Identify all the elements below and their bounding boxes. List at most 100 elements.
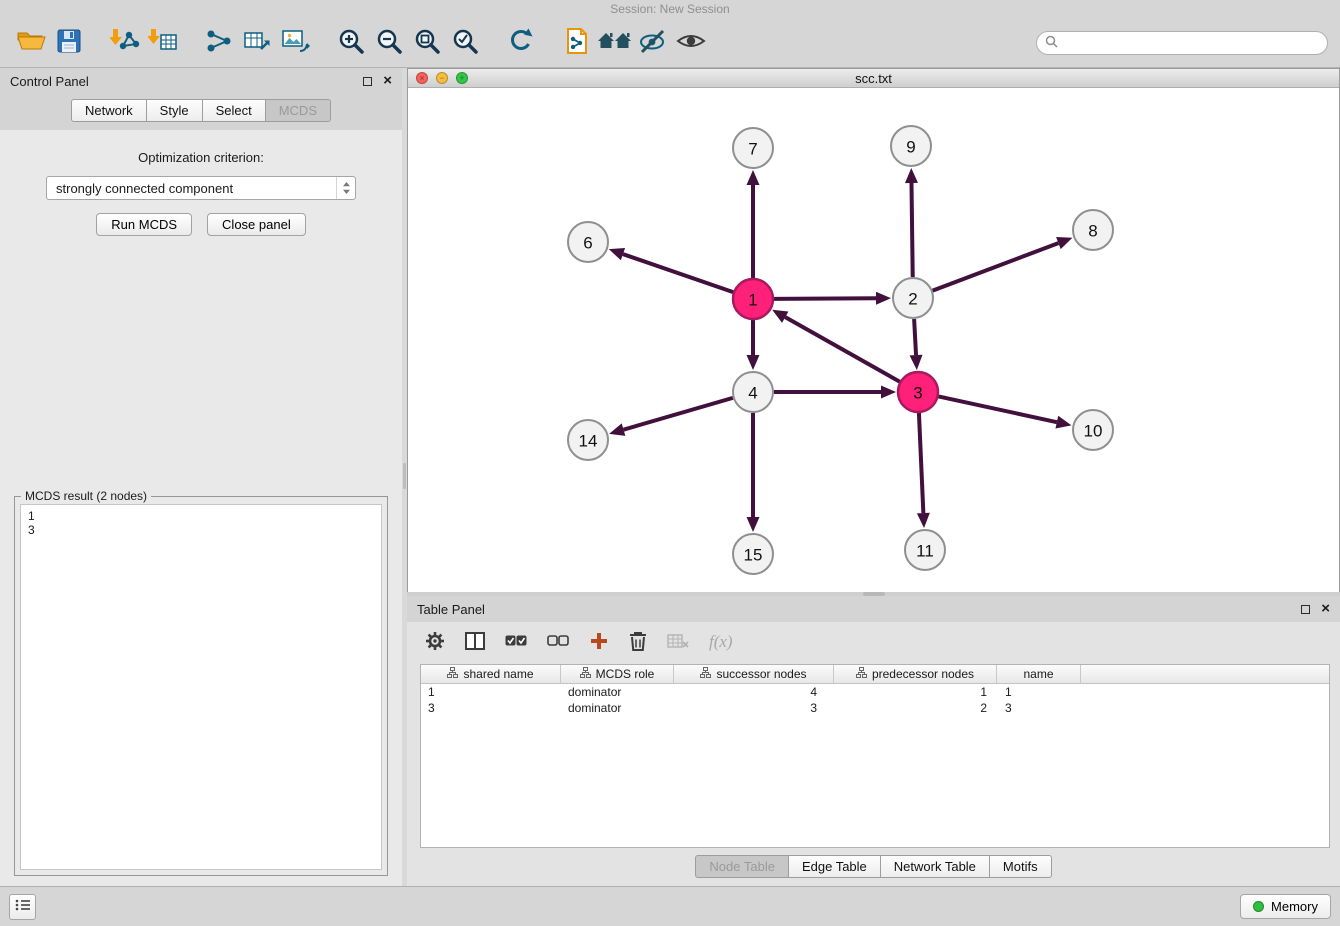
cell-successor-nodes: 3 — [674, 701, 834, 715]
zoom-in-button[interactable] — [332, 24, 370, 62]
bird-view-button[interactable] — [672, 24, 710, 62]
export-image-button[interactable] — [276, 24, 314, 62]
svg-text:3: 3 — [913, 384, 922, 403]
graph-node-6[interactable]: 6 — [568, 222, 608, 262]
close-panel-icon[interactable]: × — [383, 76, 392, 86]
table-panel: Table Panel × — [407, 596, 1340, 886]
import-network-button[interactable] — [106, 24, 144, 62]
zoom-fit-icon — [413, 27, 441, 58]
deselect-all-columns-button[interactable] — [547, 634, 569, 651]
mcds-result-text[interactable]: 1 3 — [20, 504, 382, 870]
column-header-predecessor-nodes[interactable]: predecessor nodes — [834, 665, 997, 683]
vertical-splitter[interactable] — [402, 68, 407, 886]
network-canvas[interactable]: 7 9 6 8 1 2 4 3 14 10 15 11 — [408, 88, 1339, 594]
delete-column-button[interactable] — [629, 631, 647, 654]
table-settings-button[interactable] — [425, 631, 445, 654]
network-graph-svg[interactable]: 7 9 6 8 1 2 4 3 14 10 15 11 — [408, 88, 1339, 591]
graph-node-11[interactable]: 11 — [905, 530, 945, 570]
graph-edge-2-8[interactable] — [933, 243, 1059, 291]
maximize-window-icon[interactable]: + — [456, 72, 468, 84]
select-all-columns-button[interactable] — [505, 634, 527, 651]
minimize-window-icon[interactable]: − — [436, 72, 448, 84]
graph-node-9[interactable]: 9 — [891, 126, 931, 166]
edge-arrowhead — [1055, 416, 1071, 429]
add-column-button[interactable] — [589, 631, 609, 654]
zoom-selected-button[interactable] — [446, 24, 484, 62]
table-row[interactable]: 1 dominator 4 1 1 — [421, 684, 1329, 700]
graph-edge-4-14[interactable] — [624, 398, 733, 430]
graphics-details-button[interactable] — [634, 24, 672, 62]
edge-arrowhead — [910, 355, 923, 370]
mcds-panel-body: Optimization criterion: strongly connect… — [0, 130, 402, 886]
tab-edge-table[interactable]: Edge Table — [788, 855, 881, 878]
refresh-button[interactable] — [502, 24, 540, 62]
function-builder-button[interactable]: f(x) — [709, 632, 733, 652]
document-network-icon — [564, 27, 590, 58]
graph-node-8[interactable]: 8 — [1073, 210, 1113, 250]
delete-table-button[interactable] — [667, 633, 689, 652]
splitter-handle[interactable] — [863, 592, 885, 596]
optimization-criterion-select[interactable]: strongly connected component — [46, 176, 356, 200]
graph-node-14[interactable]: 14 — [568, 420, 608, 460]
graph-edge-3-10[interactable] — [939, 396, 1057, 422]
column-header-shared-name[interactable]: shared name — [421, 665, 561, 683]
graph-edge-3-1[interactable] — [785, 317, 899, 382]
clone-network-button[interactable] — [558, 24, 596, 62]
graph-node-15[interactable]: 15 — [733, 534, 773, 574]
column-header-successor-nodes[interactable]: successor nodes — [674, 665, 834, 683]
export-table-button[interactable] — [238, 24, 276, 62]
home-layout-button[interactable] — [596, 24, 634, 62]
show-columns-button[interactable] — [465, 632, 485, 653]
tab-node-table[interactable]: Node Table — [695, 855, 789, 878]
search-input[interactable] — [1063, 35, 1319, 50]
column-header-name[interactable]: name — [997, 665, 1081, 683]
graph-edge-2-9[interactable] — [911, 183, 912, 277]
graph-node-2[interactable]: 2 — [893, 278, 933, 318]
task-history-button[interactable] — [9, 894, 36, 920]
network-window-titlebar: scc.txt × − + — [408, 69, 1339, 88]
search-field[interactable] — [1036, 31, 1328, 55]
open-session-button[interactable] — [12, 24, 50, 62]
float-panel-icon[interactable] — [363, 77, 372, 86]
run-mcds-button[interactable]: Run MCDS — [96, 213, 192, 236]
svg-text:4: 4 — [748, 384, 757, 403]
graph-node-10[interactable]: 10 — [1073, 410, 1113, 450]
cell-name: 1 — [997, 685, 1081, 699]
memory-button[interactable]: Memory — [1240, 894, 1331, 919]
splitter-handle[interactable] — [403, 463, 406, 489]
graph-edge-2-3[interactable] — [914, 319, 916, 355]
tab-select[interactable]: Select — [202, 99, 266, 122]
tab-motifs[interactable]: Motifs — [989, 855, 1052, 878]
selected-option: strongly connected component — [56, 181, 233, 196]
zoom-out-button[interactable] — [370, 24, 408, 62]
float-panel-icon[interactable] — [1301, 605, 1310, 614]
graph-node-3[interactable]: 3 — [898, 372, 938, 412]
graph-edge-1-6[interactable] — [623, 254, 733, 292]
edge-arrowhead — [905, 168, 918, 183]
new-network-button[interactable] — [200, 24, 238, 62]
column-header-mcds-role[interactable]: MCDS role — [561, 665, 674, 683]
select-stepper-icon — [336, 177, 355, 199]
svg-text:1: 1 — [748, 291, 757, 310]
graph-node-7[interactable]: 7 — [733, 128, 773, 168]
column-type-icon — [447, 667, 458, 681]
tab-mcds[interactable]: MCDS — [265, 99, 331, 122]
zoom-fit-button[interactable] — [408, 24, 446, 62]
import-table-button[interactable] — [144, 24, 182, 62]
tab-network[interactable]: Network — [71, 99, 147, 122]
double-home-icon — [597, 27, 633, 58]
network-share-icon — [204, 27, 234, 58]
close-panel-button[interactable]: Close panel — [207, 213, 306, 236]
save-session-button[interactable] — [50, 24, 88, 62]
edge-arrowhead — [1056, 237, 1072, 249]
horizontal-splitter[interactable] — [407, 592, 1340, 596]
graph-node-1[interactable]: 1 — [733, 279, 773, 319]
close-window-icon[interactable]: × — [416, 72, 428, 84]
tab-network-table[interactable]: Network Table — [880, 855, 990, 878]
graph-edge-3-11[interactable] — [919, 413, 923, 513]
tab-style[interactable]: Style — [146, 99, 203, 122]
graph-node-4[interactable]: 4 — [733, 372, 773, 412]
close-panel-icon[interactable]: × — [1321, 604, 1330, 614]
graph-edge-1-2[interactable] — [774, 298, 876, 299]
table-row[interactable]: 3 dominator 3 2 3 — [421, 700, 1329, 716]
